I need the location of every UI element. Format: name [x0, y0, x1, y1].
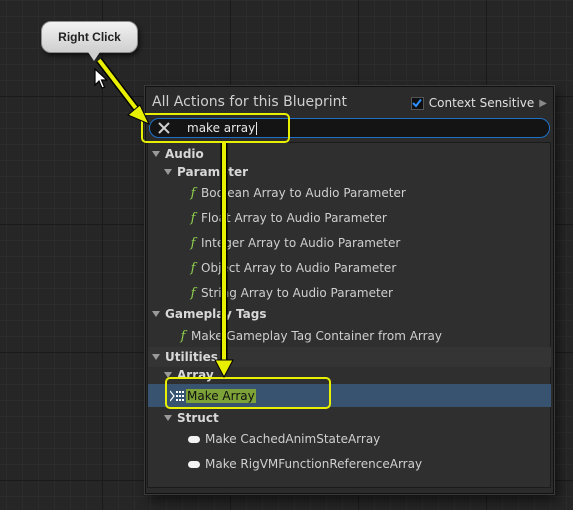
- annotation-arrows: [96, 57, 234, 379]
